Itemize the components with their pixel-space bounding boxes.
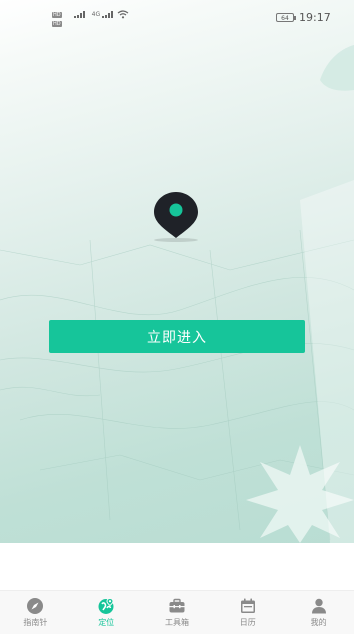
battery-icon: 64: [276, 13, 296, 22]
tab-calendar[interactable]: 日历: [212, 591, 283, 634]
tab-label: 日历: [239, 618, 256, 627]
tab-label: 工具箱: [164, 618, 189, 627]
signal-indicators: HD 4G HD: [52, 10, 129, 28]
location-pin-icon: [154, 192, 198, 242]
map-background: [0, 0, 354, 543]
tab-profile[interactable]: 我的: [283, 591, 354, 634]
signal-icon: [73, 11, 85, 18]
status-time: 19:17: [299, 11, 331, 24]
profile-icon: [311, 598, 326, 614]
tab-compass[interactable]: 指南针: [0, 591, 71, 634]
tab-label: 我的: [310, 618, 327, 627]
tab-location[interactable]: 定位: [71, 591, 142, 634]
wifi-icon: [117, 10, 129, 19]
tab-label: 指南针: [23, 618, 48, 627]
splash-screen: HD 4G HD 64 19:17 立即进入 指南针 定位 工具箱 日历 我的: [0, 0, 354, 634]
status-bar: HD 4G HD 64 19:17: [0, 0, 354, 30]
calendar-icon: [240, 598, 255, 613]
signal-icon-2: [102, 11, 114, 18]
tab-label: 定位: [98, 618, 115, 627]
location-icon: [98, 597, 114, 614]
toolbox-icon: [169, 598, 185, 613]
bottom-tab-bar: 指南针 定位 工具箱 日历 我的: [0, 590, 354, 634]
hd-badge-sim1: HD: [52, 11, 62, 18]
network-type-label: 4G: [91, 11, 101, 18]
tab-toolbox[interactable]: 工具箱: [142, 591, 213, 634]
enter-now-button[interactable]: 立即进入: [49, 320, 305, 353]
compass-icon: [27, 598, 44, 614]
bottom-spacer: [0, 543, 354, 590]
hd-badge-sim2: HD: [52, 20, 62, 27]
